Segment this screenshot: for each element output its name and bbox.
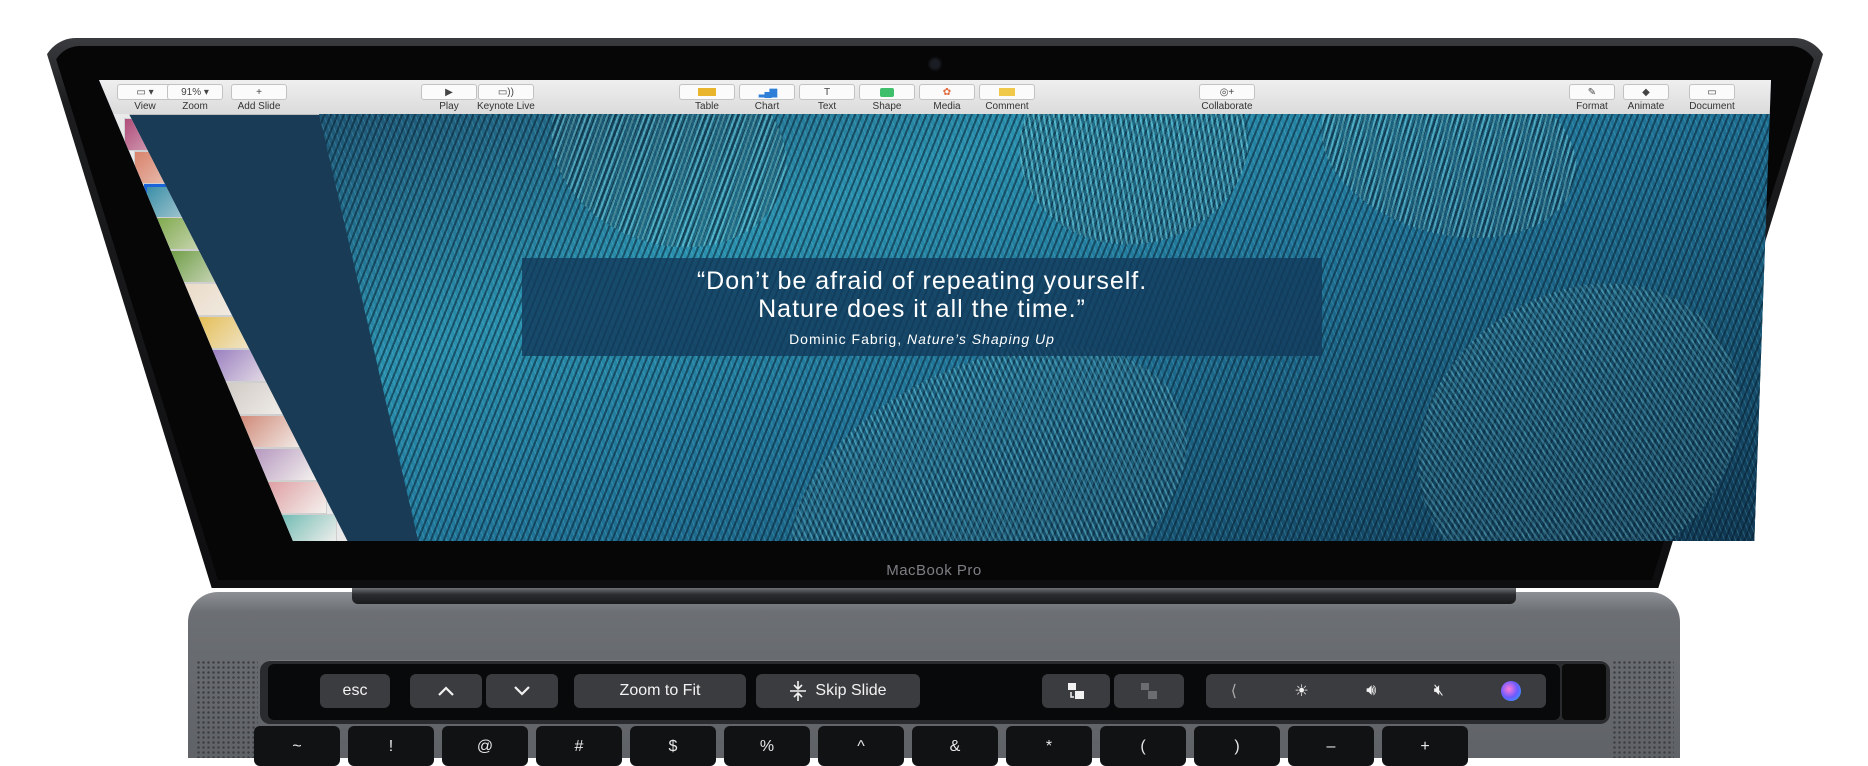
slide-thumbnail[interactable] bbox=[144, 184, 242, 221]
zoom-value: 91% ▾ bbox=[167, 84, 223, 100]
plus-icon: + bbox=[231, 84, 287, 100]
chevron-up-icon bbox=[438, 686, 454, 696]
keyboard-key[interactable]: % bbox=[724, 726, 810, 766]
keyboard-key[interactable]: ~ bbox=[254, 726, 340, 766]
text-icon: T bbox=[799, 84, 855, 100]
sidebar-icon: ▭ ▾ bbox=[117, 84, 173, 100]
paintbrush-icon: ✎ bbox=[1569, 84, 1615, 100]
keyboard-key[interactable]: $ bbox=[630, 726, 716, 766]
quote-line-2: Nature does it all the time.” bbox=[758, 295, 1086, 323]
table-icon bbox=[679, 84, 735, 100]
text-button[interactable]: T Text bbox=[799, 84, 855, 112]
brightness-icon[interactable]: ☀ bbox=[1294, 681, 1308, 701]
keyboard-key[interactable]: ^ bbox=[818, 726, 904, 766]
move-slide-back-icon bbox=[1141, 683, 1157, 699]
chevron-down-icon bbox=[514, 686, 530, 696]
toolbar: ▭ ▾ View 91% ▾ Zoom + Add Slide ▶ Play ▭… bbox=[99, 80, 1771, 115]
keyboard-key[interactable]: & bbox=[912, 726, 998, 766]
play-button[interactable]: ▶ Play bbox=[421, 84, 477, 112]
keynote-live-icon: ▭)) bbox=[477, 84, 534, 100]
keynote-live-button[interactable]: ▭)) Keynote Live bbox=[477, 84, 535, 112]
view-button[interactable]: ▭ ▾ View bbox=[117, 84, 173, 112]
keyboard-key[interactable]: ) bbox=[1194, 726, 1280, 766]
next-slide-button[interactable] bbox=[486, 674, 558, 708]
control-strip: ⟨ ☀ 🔊︎ 🔇︎ bbox=[1206, 674, 1546, 708]
document-button[interactable]: ▭ Document bbox=[1689, 84, 1735, 112]
siri-icon[interactable] bbox=[1501, 681, 1522, 701]
document-icon: ▭ bbox=[1689, 84, 1735, 100]
media-icon: ✿ bbox=[919, 84, 975, 100]
touch-id-sensor[interactable] bbox=[1562, 664, 1606, 720]
keyboard-key[interactable]: – bbox=[1288, 726, 1374, 766]
collapse-chevron-icon[interactable]: ⟨ bbox=[1231, 681, 1237, 701]
add-slide-button[interactable]: + Add Slide bbox=[231, 84, 287, 112]
format-button[interactable]: ✎ Format bbox=[1569, 84, 1615, 112]
right-speaker-grille bbox=[1612, 660, 1674, 758]
keyboard-key[interactable]: ! bbox=[348, 726, 434, 766]
number-key-row: ~! @ # $% ^ & *() – + bbox=[254, 726, 1612, 766]
play-icon: ▶ bbox=[421, 84, 477, 100]
skip-slide-icon bbox=[790, 681, 807, 701]
zoom-button[interactable]: 91% ▾ Zoom bbox=[167, 84, 223, 112]
table-button[interactable]: Table bbox=[679, 84, 735, 112]
collaborate-button[interactable]: ◎+ Collaborate bbox=[1199, 84, 1255, 112]
quote-text-box[interactable]: “Don’t be afraid of repeating yourself. … bbox=[522, 258, 1322, 356]
chart-button[interactable]: ▂▄▆ Chart bbox=[739, 84, 795, 112]
quote-line-1: “Don’t be afraid of repeating yourself. bbox=[696, 267, 1148, 295]
camera-icon bbox=[930, 59, 940, 69]
slide-order-button[interactable] bbox=[1042, 674, 1110, 708]
keyboard-key[interactable]: + bbox=[1382, 726, 1468, 766]
collaborate-icon: ◎+ bbox=[1199, 84, 1255, 100]
media-button[interactable]: ✿ Media bbox=[919, 84, 975, 112]
slide-thumbnail[interactable] bbox=[124, 118, 219, 151]
volume-icon[interactable]: 🔊︎ bbox=[1366, 682, 1376, 700]
previous-slide-button[interactable] bbox=[410, 674, 482, 708]
hinge bbox=[352, 588, 1516, 604]
chart-icon: ▂▄▆ bbox=[739, 84, 795, 100]
zoom-to-fit-button[interactable]: Zoom to Fit bbox=[574, 674, 746, 708]
mute-icon[interactable]: 🔇︎ bbox=[1434, 682, 1444, 700]
feather-decoration bbox=[1359, 221, 1771, 541]
comment-button[interactable]: Comment bbox=[979, 84, 1035, 112]
comment-icon bbox=[979, 84, 1035, 100]
keyboard-key[interactable]: ( bbox=[1100, 726, 1186, 766]
animate-button[interactable]: ◆ Animate bbox=[1623, 84, 1669, 112]
keyboard-key[interactable]: # bbox=[536, 726, 622, 766]
esc-key[interactable]: esc bbox=[320, 674, 390, 708]
slide-thumbnail[interactable] bbox=[134, 151, 229, 184]
slide-order-disabled-button[interactable] bbox=[1114, 674, 1184, 708]
move-slide-icon bbox=[1068, 683, 1084, 699]
keyboard-key[interactable]: @ bbox=[442, 726, 528, 766]
shape-icon bbox=[859, 84, 915, 100]
keyboard-key[interactable]: * bbox=[1006, 726, 1092, 766]
shape-button[interactable]: Shape bbox=[859, 84, 915, 112]
animate-icon: ◆ bbox=[1623, 84, 1669, 100]
skip-slide-button[interactable]: Skip Slide bbox=[756, 674, 920, 708]
quote-author: Dominic Fabrig, Nature’s Shaping Up bbox=[789, 331, 1055, 347]
device-label: MacBook Pro bbox=[886, 562, 982, 579]
left-speaker-grille bbox=[196, 660, 258, 758]
